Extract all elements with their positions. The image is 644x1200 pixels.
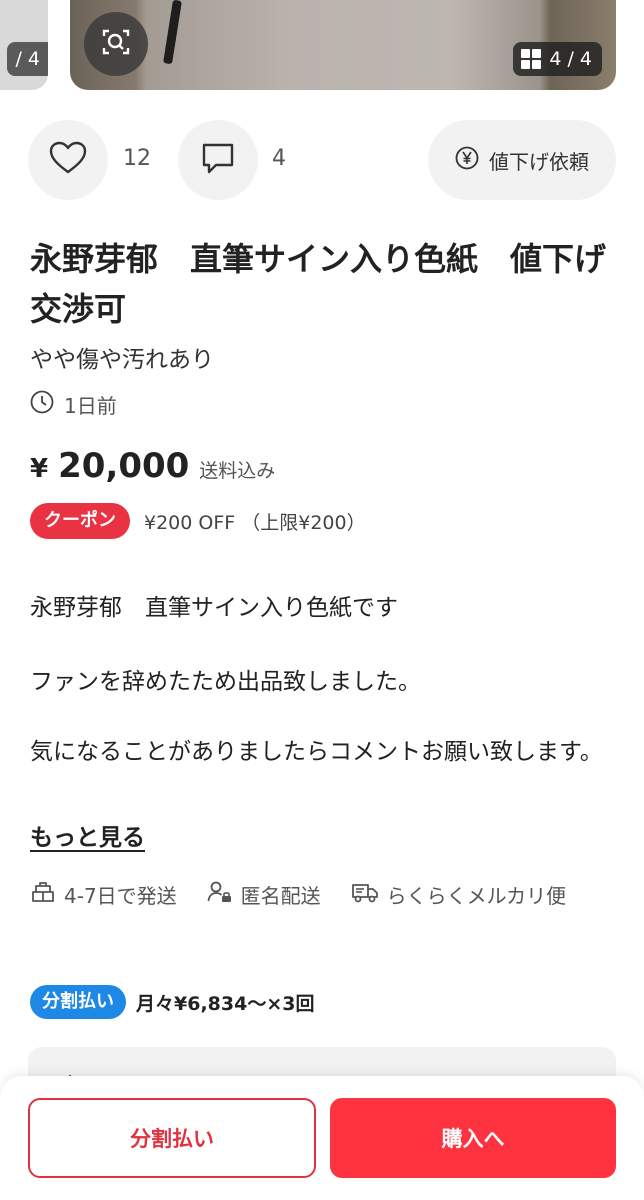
anonymous-user-icon — [207, 880, 233, 909]
item-title: 永野芽郁 直筆サイン入り色紙 値下げ交渉可 — [30, 240, 607, 328]
description-line: ファンを辞めたため出品致しました。 — [30, 669, 421, 695]
clock-icon — [30, 390, 54, 419]
grid-icon — [521, 49, 542, 69]
comment-button[interactable] — [178, 120, 258, 200]
posted-time: 1日前 — [30, 390, 117, 419]
image-counter-badge[interactable]: 4 / 4 — [513, 42, 602, 76]
price-request-button[interactable]: 値下げ依頼 — [428, 120, 616, 200]
price-amount: 20,000 — [58, 446, 190, 486]
item-detail-page: / 4 4 / 4 12 4 値下げ依頼 永野芽郁 直筆サイン入り色紙 値下げ交… — [0, 0, 644, 1200]
description-line: 気になることがありましたらコメントお願い致します。 — [30, 739, 603, 765]
bottom-action-bar: 分割払い 購入へ — [0, 1076, 644, 1200]
previous-image-thumbnail[interactable]: / 4 — [0, 0, 48, 90]
anonymous-shipping-text: 匿名配送 — [240, 884, 321, 908]
price-row: ¥ 20,000 送料込み — [30, 446, 275, 486]
coupon-text: ¥200 OFF （上限¥200） — [144, 511, 366, 534]
price-request-label: 値下げ依頼 — [489, 149, 589, 174]
image-counter-text: 4 / 4 — [549, 48, 592, 70]
buy-button[interactable]: 購入へ — [330, 1098, 616, 1178]
shipping-method-text: らくらくメルカリ便 — [386, 884, 567, 908]
see-more-link[interactable]: もっと見る — [30, 818, 145, 852]
shipping-info: 4-7日で発送 匿名配送 らくらくメルカリ便 — [30, 880, 596, 909]
image-carousel[interactable]: / 4 4 / 4 — [0, 0, 644, 92]
posted-time-text: 1日前 — [64, 394, 117, 418]
action-row: 12 4 値下げ依頼 — [28, 120, 616, 200]
installment-badge: 分割払い — [30, 985, 126, 1019]
shipping-days: 4-7日で発送 — [30, 880, 177, 909]
shipping-days-text: 4-7日で発送 — [64, 884, 177, 908]
price-currency: ¥ — [30, 454, 49, 484]
item-condition: やや傷や汚れあり — [30, 347, 214, 373]
heart-icon — [49, 141, 87, 179]
image-content-pen — [163, 0, 182, 65]
installment-row[interactable]: 分割払い 月々¥6,834〜×3回 — [30, 985, 314, 1019]
installment-button[interactable]: 分割払い — [28, 1098, 316, 1178]
installment-text: 月々¥6,834〜×3回 — [136, 992, 315, 1015]
yen-circle-icon — [455, 146, 479, 175]
comment-icon — [200, 141, 236, 179]
like-button[interactable] — [28, 120, 108, 200]
description-line: 永野芽郁 直筆サイン入り色紙です — [30, 595, 398, 621]
image-search-icon — [101, 27, 131, 61]
shipping-method: らくらくメルカリ便 — [351, 880, 566, 909]
like-count: 12 — [123, 146, 151, 171]
package-icon — [30, 880, 56, 909]
anonymous-shipping: 匿名配送 — [207, 880, 321, 909]
previous-image-counter: / 4 — [7, 42, 48, 76]
truck-icon — [351, 880, 379, 909]
current-image[interactable]: 4 / 4 — [70, 0, 616, 90]
image-search-button[interactable] — [84, 12, 148, 76]
shipping-included-label: 送料込み — [199, 460, 276, 482]
coupon-badge: クーポン — [30, 503, 130, 539]
coupon-row[interactable]: クーポン ¥200 OFF （上限¥200） — [30, 503, 366, 539]
comment-count: 4 — [272, 146, 286, 171]
